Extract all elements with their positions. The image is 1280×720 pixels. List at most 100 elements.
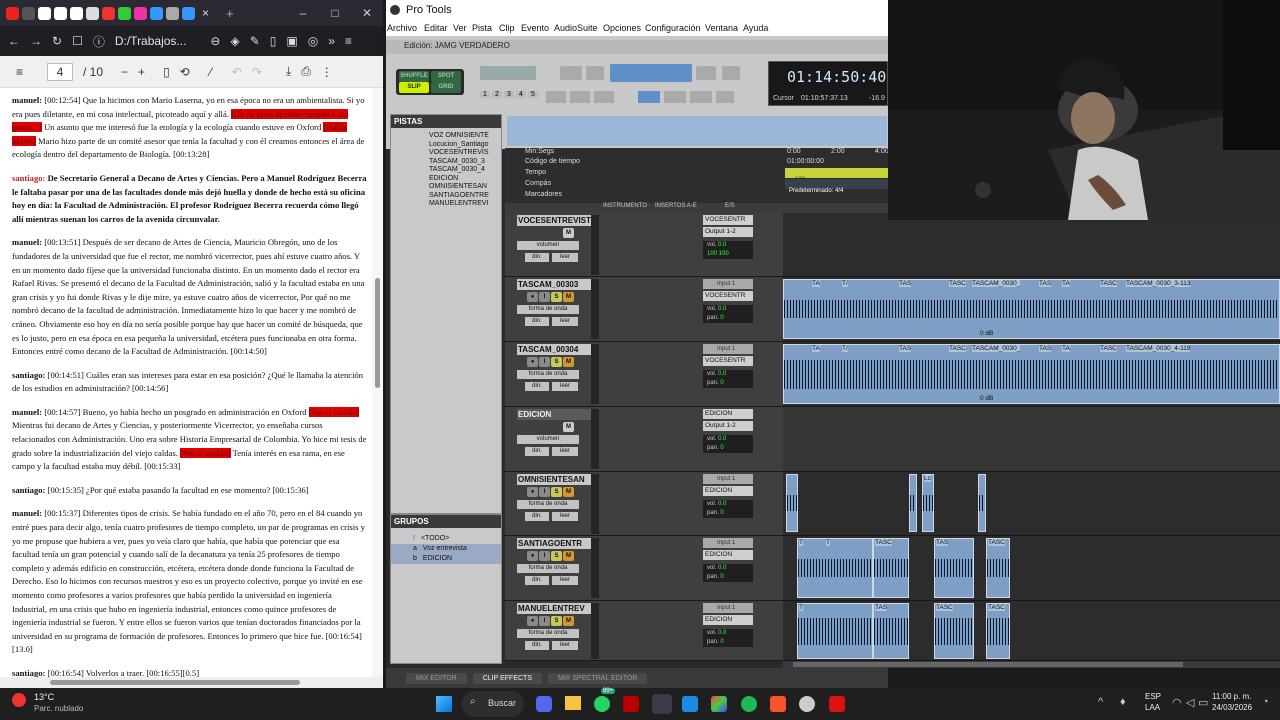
more-icon[interactable]: » bbox=[328, 34, 335, 48]
menu-clip[interactable]: Clip bbox=[499, 23, 515, 33]
wallet-icon[interactable]: ▣ bbox=[286, 34, 297, 48]
menu-opciones[interactable]: Opciones bbox=[603, 23, 641, 33]
track-lane[interactable]: TA T/ TAS TASC TASCAM_0030_ TAS TA TASC … bbox=[783, 277, 1280, 342]
track-input[interactable]: Input 1 bbox=[703, 279, 753, 289]
zoom-preset-2[interactable]: 2 bbox=[492, 91, 502, 98]
automation-read[interactable]: leer bbox=[552, 317, 578, 326]
zoom-preset-5[interactable]: 5 bbox=[528, 91, 538, 98]
tab-icon[interactable] bbox=[6, 6, 19, 20]
grid-icon[interactable] bbox=[716, 91, 734, 103]
input-monitor-button[interactable]: I bbox=[539, 616, 550, 626]
tab-icon[interactable] bbox=[86, 6, 99, 20]
tab-icon[interactable] bbox=[134, 6, 147, 20]
record-button[interactable]: ● bbox=[527, 551, 538, 561]
tracks-list-item[interactable]: Locucion_Santiago bbox=[391, 141, 501, 150]
link-track-icon[interactable] bbox=[638, 91, 660, 103]
audio-clip[interactable]: TAS bbox=[934, 538, 974, 598]
tab-icon[interactable] bbox=[70, 6, 83, 20]
automation-read[interactable]: leer bbox=[552, 382, 578, 391]
track-input[interactable]: Input 1 bbox=[703, 474, 753, 484]
scrubber-tool-icon[interactable] bbox=[696, 66, 716, 80]
record-button[interactable]: ● bbox=[527, 357, 538, 367]
mute-button[interactable]: M bbox=[563, 357, 574, 367]
menu-ayuda[interactable]: Ayuda bbox=[743, 23, 768, 33]
sidebar-icon[interactable]: ▯ bbox=[270, 34, 277, 48]
redo-icon[interactable]: ↷ bbox=[252, 65, 262, 79]
track-name[interactable]: SANTIAGOENTR bbox=[517, 538, 591, 549]
audio-clip[interactable]: TASC bbox=[934, 603, 974, 659]
notification-icon[interactable]: ◔ bbox=[1262, 696, 1269, 708]
spot-mode-button[interactable]: SPOT bbox=[431, 71, 461, 82]
search-button[interactable]: ⌕ Buscar bbox=[462, 691, 524, 717]
app-icon[interactable] bbox=[623, 696, 639, 712]
tab-mix-editor[interactable]: MIX EDITOR bbox=[406, 672, 467, 684]
solo-button[interactable]: S bbox=[551, 357, 562, 367]
menu-configuracion[interactable]: Configuración bbox=[645, 23, 701, 33]
clock-time[interactable]: 11:00 p. m. bbox=[1212, 692, 1251, 701]
zoom-preset-4[interactable]: 4 bbox=[516, 91, 526, 98]
mirror-icon[interactable] bbox=[664, 91, 686, 103]
info-icon[interactable]: ⓘ bbox=[93, 33, 105, 50]
track-view-selector[interactable]: volumen bbox=[517, 435, 579, 444]
track-lane[interactable]: T TAS TASC TASC bbox=[783, 601, 1280, 661]
language-indicator[interactable]: ESP bbox=[1145, 692, 1161, 701]
start-icon[interactable] bbox=[436, 696, 452, 712]
tab-icon[interactable] bbox=[182, 6, 195, 20]
track-view-selector[interactable]: forma de onda bbox=[517, 370, 579, 379]
maximize-icon[interactable]: □ bbox=[319, 6, 351, 20]
track-output[interactable]: VOCESENTR bbox=[703, 291, 753, 301]
track-input[interactable]: Input 1 bbox=[703, 344, 753, 354]
tab-icon[interactable] bbox=[38, 6, 51, 20]
whatsapp-icon[interactable]: 99+ bbox=[594, 688, 616, 712]
insertion-follows-icon[interactable] bbox=[570, 91, 590, 103]
track-name[interactable]: MANUELENTREV bbox=[517, 603, 591, 614]
pdf-app-icon[interactable] bbox=[829, 696, 845, 712]
track-input[interactable]: VOCESENTR bbox=[703, 215, 753, 225]
input-monitor-button[interactable]: I bbox=[539, 292, 550, 302]
file-explorer-icon[interactable] bbox=[565, 696, 581, 710]
audio-clip[interactable]: TAS bbox=[873, 603, 909, 659]
wifi-icon[interactable]: ◠ bbox=[1172, 696, 1182, 709]
tracks-list-item[interactable]: MANUELENTREVI bbox=[391, 200, 501, 209]
track-view-selector[interactable]: forma de onda bbox=[517, 564, 579, 573]
tracks-list-item[interactable]: EDICION bbox=[391, 175, 501, 184]
bookmark-icon[interactable]: ☐ bbox=[72, 34, 83, 48]
tab-icon[interactable] bbox=[166, 6, 179, 20]
tab-icon[interactable] bbox=[22, 6, 35, 20]
solo-button[interactable]: S bbox=[551, 292, 562, 302]
menu-audiosuite[interactable]: AudioSuite bbox=[554, 23, 598, 33]
solo-button[interactable]: S bbox=[551, 551, 562, 561]
vpn-icon[interactable]: ◎ bbox=[308, 34, 318, 48]
spotify-icon[interactable] bbox=[741, 696, 757, 712]
mute-button[interactable]: M bbox=[563, 487, 574, 497]
overview-strip[interactable] bbox=[507, 116, 887, 146]
record-button[interactable]: ● bbox=[527, 292, 538, 302]
new-tab-icon[interactable]: + bbox=[226, 6, 234, 21]
app-icon[interactable] bbox=[682, 696, 698, 712]
track-lane[interactable] bbox=[783, 213, 1280, 277]
trim-select-grab-tools[interactable] bbox=[610, 64, 692, 82]
print-icon[interactable]: ⎙ bbox=[301, 64, 311, 79]
undo-icon[interactable]: ↶ bbox=[232, 65, 242, 79]
solo-button[interactable]: S bbox=[551, 487, 562, 497]
protools-taskbar-icon[interactable] bbox=[652, 694, 672, 714]
tray-chevron-icon[interactable]: ^ bbox=[1098, 696, 1103, 708]
menu-ver[interactable]: Ver bbox=[453, 23, 467, 33]
weather-temp[interactable]: 13°C bbox=[34, 692, 54, 702]
track-lane[interactable]: Lc bbox=[783, 472, 1280, 536]
brave-icon[interactable] bbox=[770, 696, 786, 712]
volume-readout[interactable]: vol. 0.0 pan. 0 bbox=[703, 370, 753, 388]
volume-readout[interactable]: vol. 0.0 pan. 0 bbox=[703, 629, 753, 647]
input-monitor-button[interactable]: I bbox=[539, 357, 550, 367]
tab-clip-effects[interactable]: CLIP EFFECTS bbox=[472, 672, 542, 684]
vertical-scrollbar[interactable] bbox=[372, 88, 383, 678]
solo-button[interactable]: S bbox=[551, 616, 562, 626]
track-view-selector[interactable]: forma de onda bbox=[517, 629, 579, 638]
menu-editar[interactable]: Editar bbox=[424, 23, 448, 33]
track-lane[interactable]: TA T/ TAS TASC TASCAM_0030_ TAS TA TASC … bbox=[783, 342, 1280, 407]
microphone-icon[interactable]: ♦ bbox=[1120, 696, 1126, 708]
automation-read[interactable]: leer bbox=[552, 576, 578, 585]
zoom-in-icon[interactable]: + bbox=[138, 65, 145, 79]
track-output[interactable]: EDICION bbox=[703, 486, 753, 496]
tracks-list-item[interactable]: VOZ OMNISIENTE bbox=[391, 132, 501, 141]
